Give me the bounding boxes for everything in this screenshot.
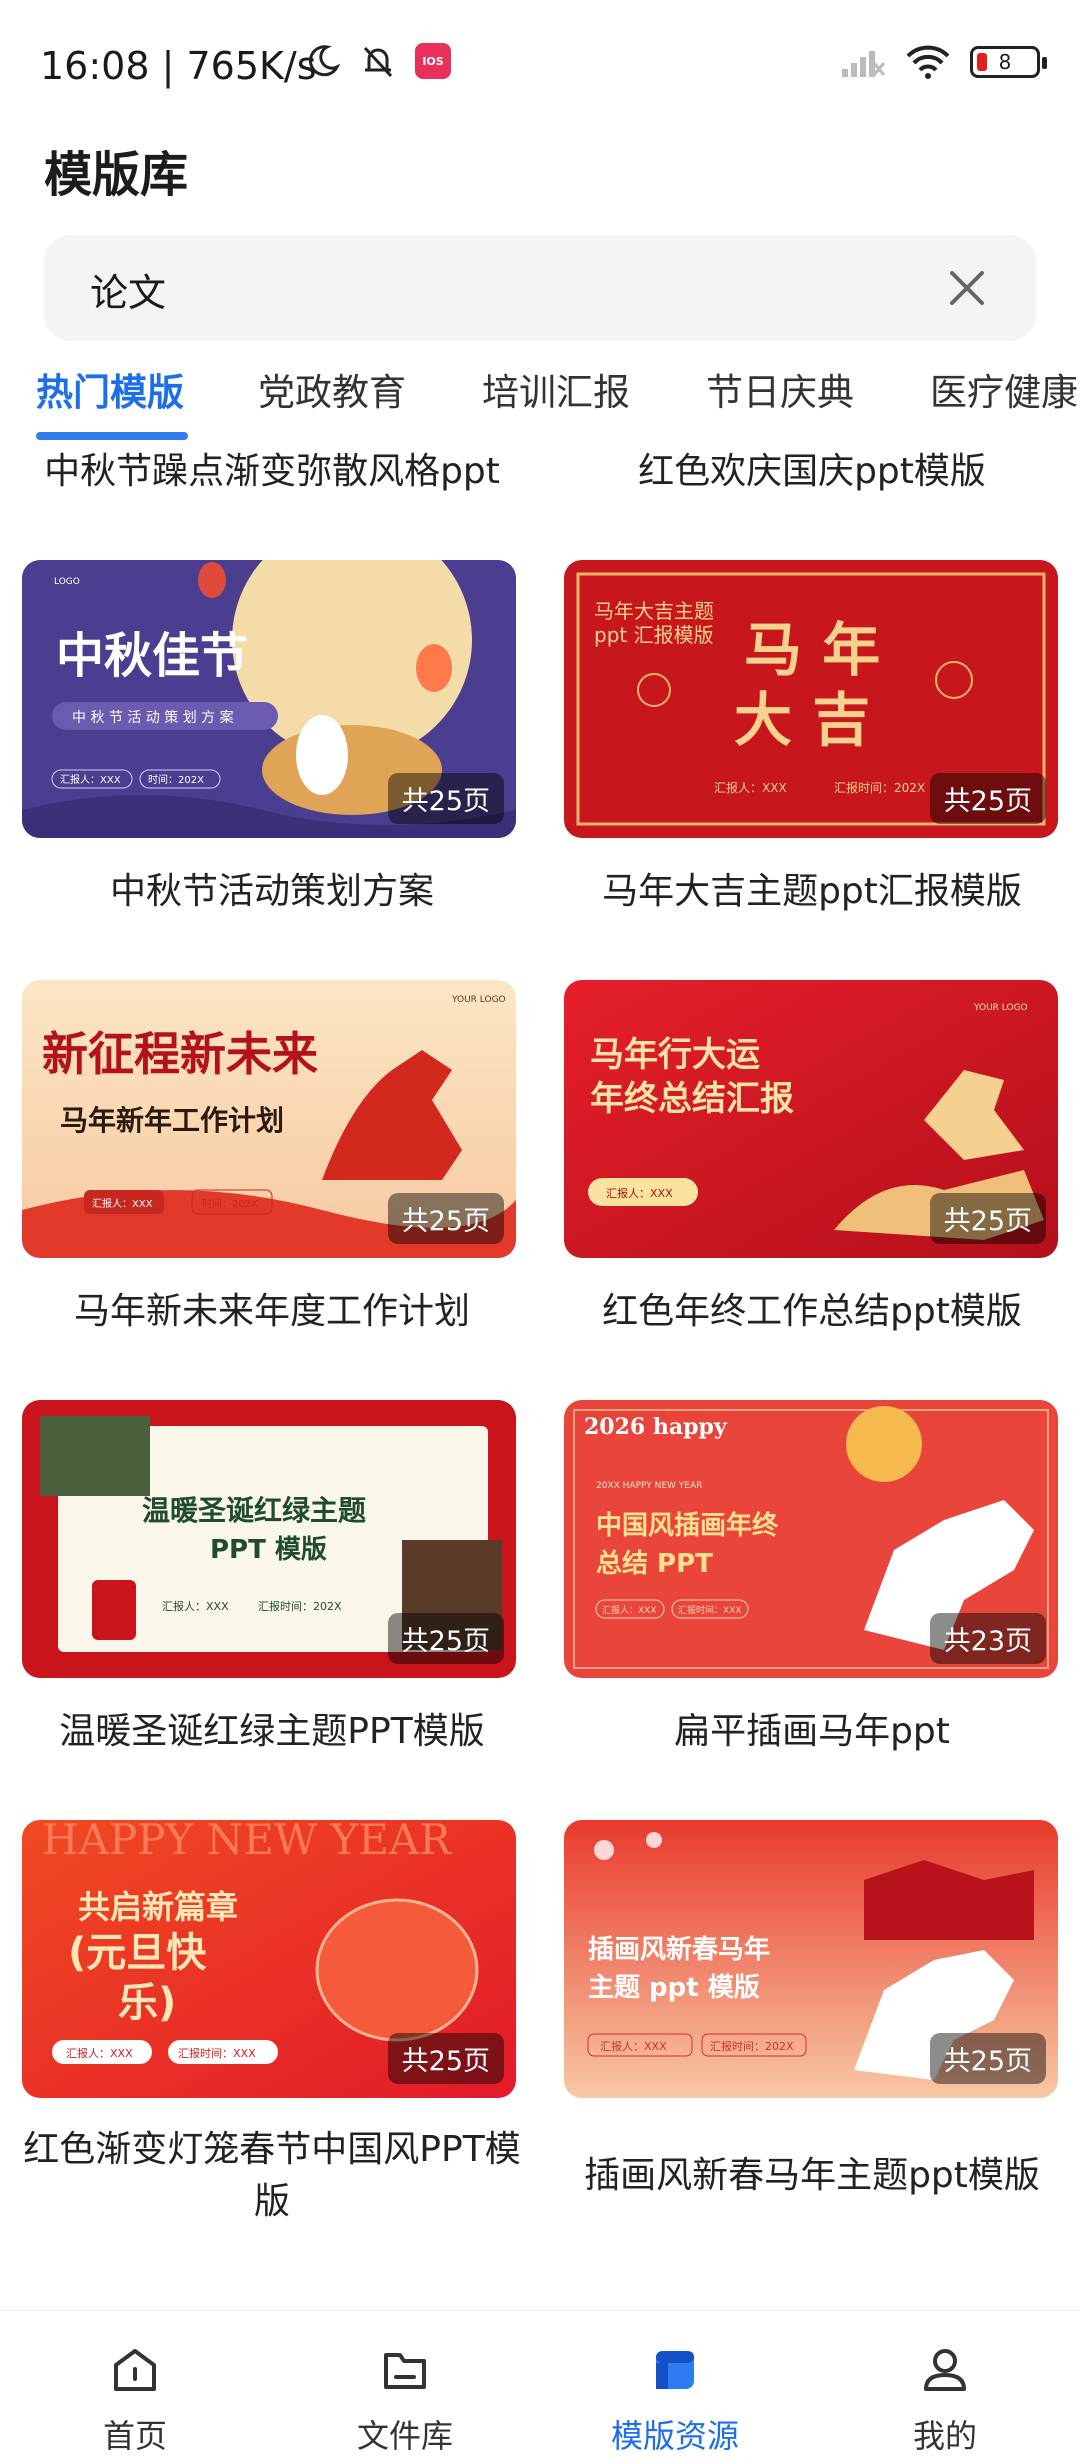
thumb-logo: LOGO (54, 577, 80, 587)
template-title[interactable]: 马年新未来年度工作计划 (12, 1286, 532, 1338)
page-count-badge: 共25页 (929, 2033, 1046, 2084)
thumb-title: 主题 ppt 模版 (588, 1973, 760, 2003)
battery-level: 8 (998, 50, 1012, 74)
thumb-top-text: 20XX HAPPY NEW YEAR (596, 1481, 702, 1491)
template-title[interactable]: 温暖圣诞红绿主题PPT模版 (12, 1706, 532, 1758)
thumb-title: 总结 PPT (596, 1549, 713, 1579)
page-count-badge: 共25页 (387, 1193, 504, 1244)
status-bar: 16:08 | 765K/s IOS 8 (0, 0, 1080, 130)
thumb-meta: 汇报人：XXX (602, 1604, 657, 1616)
template-title[interactable]: 红色渐变灯笼春节中国风PPT模版 (12, 2124, 532, 2228)
nav-mine[interactable]: 我的 (810, 2311, 1080, 2461)
nav-file-library[interactable]: 文件库 (270, 2311, 540, 2461)
nav-label: 首页 (102, 2417, 167, 2455)
thumb-meta: 汇报人：XXX (606, 1186, 673, 1200)
thumb-meta: 汇报时间：XXX (178, 2046, 256, 2060)
thumb-title: 大 吉 (734, 686, 870, 754)
page-count-badge: 共25页 (387, 1613, 504, 1664)
thumb-meta: 汇报时间：XXX (678, 1604, 742, 1616)
thumb-title: 插画风新春马年 (588, 1934, 770, 1965)
home-icon (114, 2349, 156, 2391)
page-count-badge: 共25页 (929, 773, 1046, 824)
clear-icon[interactable] (942, 263, 992, 313)
thumb-title: 年终总结汇报 (590, 1079, 794, 1119)
template-title[interactable]: 插画风新春马年主题ppt模版 (552, 2150, 1072, 2202)
category-tabs: 热门模版 党政教育 培训汇报 节日庆典 医疗健康 (0, 362, 1080, 442)
thumb-year: 2026 happy (584, 1414, 728, 1440)
thumb-subtitle: 马年新年工作计划 (60, 1104, 284, 1137)
thumb-meta: 汇报人：XXX (66, 2046, 133, 2060)
thumb-title: 共启新篇章 (78, 1888, 238, 1926)
signal-icon (842, 51, 886, 77)
thumb-top-text: HAPPY NEW YEAR (42, 1820, 452, 1864)
moon-icon (308, 45, 341, 77)
thumb-meta: 汇报时间：202X (258, 1599, 342, 1613)
thumb-logo: YOUR LOGO (973, 1003, 1028, 1013)
wifi-icon (906, 45, 950, 79)
battery-icon: 8 (970, 46, 1047, 78)
thumb-meta: 时间：202X (148, 773, 204, 786)
active-tab-indicator (36, 432, 188, 440)
thumb-subtitle: 马年大吉主题 (594, 599, 714, 623)
bottom-navigation: 首页 文件库 模版资源 我的 (0, 2310, 1080, 2461)
template-thumbnail[interactable]: 2026 happy 20XX HAPPY NEW YEAR 中国风插画年终 总… (564, 1400, 1058, 1678)
thumb-meta: 时间：202X (202, 1197, 258, 1210)
template-thumbnail[interactable]: HAPPY NEW YEAR 共启新篇章 (元旦快 乐) 汇报人：XXX 汇报时… (22, 1820, 516, 2098)
search-bar[interactable] (44, 235, 1036, 341)
thumb-title: 乐) (118, 1980, 176, 2026)
thumb-meta: 汇报人：XXX (92, 1197, 153, 1210)
template-title[interactable]: 中秋节活动策划方案 (12, 866, 532, 918)
page-count-badge: 共25页 (929, 1193, 1046, 1244)
thumb-title: 马年行大运 (590, 1035, 760, 1075)
template-title[interactable]: 红色欢庆国庆ppt模版 (552, 446, 1072, 498)
template-title[interactable]: 中秋节躁点渐变弥散风格ppt (12, 446, 532, 498)
page-count-badge: 共25页 (387, 773, 504, 824)
folder-icon (384, 2353, 426, 2389)
thumb-meta: 汇报时间：202X (834, 780, 925, 795)
status-time-speed: 16:08 | 765K/s (40, 44, 317, 88)
template-thumbnail[interactable]: 马年行大运 年终总结汇报 汇报人：XXX YOUR LOGO 共25页 (564, 980, 1058, 1258)
thumb-meta: 汇报人：XXX (162, 1599, 229, 1613)
template-title[interactable]: 扁平插画马年ppt (552, 1706, 1072, 1758)
template-thumbnail[interactable]: 马年大吉主题 ppt 汇报模版 马 年 大 吉 汇报人：XXX 汇报时间：202… (564, 560, 1058, 838)
thumb-title: PPT 模版 (210, 1535, 327, 1565)
thumb-meta: 汇报人：XXX (714, 780, 787, 795)
thumb-title: 新征程新未来 (42, 1027, 318, 1081)
template-thumbnail[interactable]: 中秋佳节 中 秋 节 活 动 策 划 方 案 汇报人：XXX 时间：202X L… (22, 560, 516, 838)
thumb-title: 中秋佳节 (56, 628, 248, 684)
template-thumbnail[interactable]: 温暖圣诞红绿主题 PPT 模版 汇报人：XXX 汇报时间：202X 共25页 (22, 1400, 516, 1678)
nav-template-resources[interactable]: 模版资源 (540, 2311, 810, 2461)
thumb-meta: 汇报人：XXX (60, 773, 121, 786)
nav-label: 模版资源 (610, 2417, 739, 2455)
app-notification-icon: IOS (415, 43, 451, 79)
nav-label: 文件库 (356, 2417, 453, 2455)
person-icon (924, 2349, 966, 2391)
template-title[interactable]: 马年大吉主题ppt汇报模版 (552, 866, 1072, 918)
thumb-subtitle: ppt 汇报模版 (594, 623, 714, 647)
page-count-badge: 共23页 (929, 1613, 1046, 1664)
tab-hot[interactable]: 热门模版 (36, 362, 184, 416)
template-thumbnail[interactable]: 插画风新春马年 主题 ppt 模版 汇报人：XXX 汇报时间：202X 共25页 (564, 1820, 1058, 2098)
nav-label: 我的 (912, 2417, 977, 2455)
search-input[interactable] (88, 253, 912, 325)
thumb-meta: 汇报人：XXX (600, 2039, 667, 2053)
tab-medical-health[interactable]: 医疗健康 (930, 362, 1078, 416)
thumb-meta: 汇报时间：202X (710, 2039, 794, 2053)
thumb-title: (元旦快 (68, 1930, 207, 1976)
thumb-subtitle: 中 秋 节 活 动 策 划 方 案 (72, 709, 234, 726)
mute-bell-icon (363, 46, 393, 78)
tab-festival[interactable]: 节日庆典 (706, 362, 854, 416)
thumb-title: 温暖圣诞红绿主题 (142, 1494, 366, 1527)
page-title: 模版库 (44, 147, 189, 203)
thumb-logo: YOUR LOGO (451, 995, 506, 1005)
thumb-title: 马 年 (744, 616, 880, 684)
template-title[interactable]: 红色年终工作总结ppt模版 (552, 1286, 1072, 1338)
page-count-badge: 共25页 (387, 2033, 504, 2084)
thumb-title: 中国风插画年终 (596, 1510, 779, 1541)
template-icon (656, 2351, 694, 2389)
tab-party-education[interactable]: 党政教育 (258, 362, 406, 416)
template-thumbnail[interactable]: 新征程新未来 马年新年工作计划 汇报人：XXX 时间：202X YOUR LOG… (22, 980, 516, 1258)
tab-training-report[interactable]: 培训汇报 (482, 362, 630, 416)
nav-home[interactable]: 首页 (0, 2311, 270, 2461)
